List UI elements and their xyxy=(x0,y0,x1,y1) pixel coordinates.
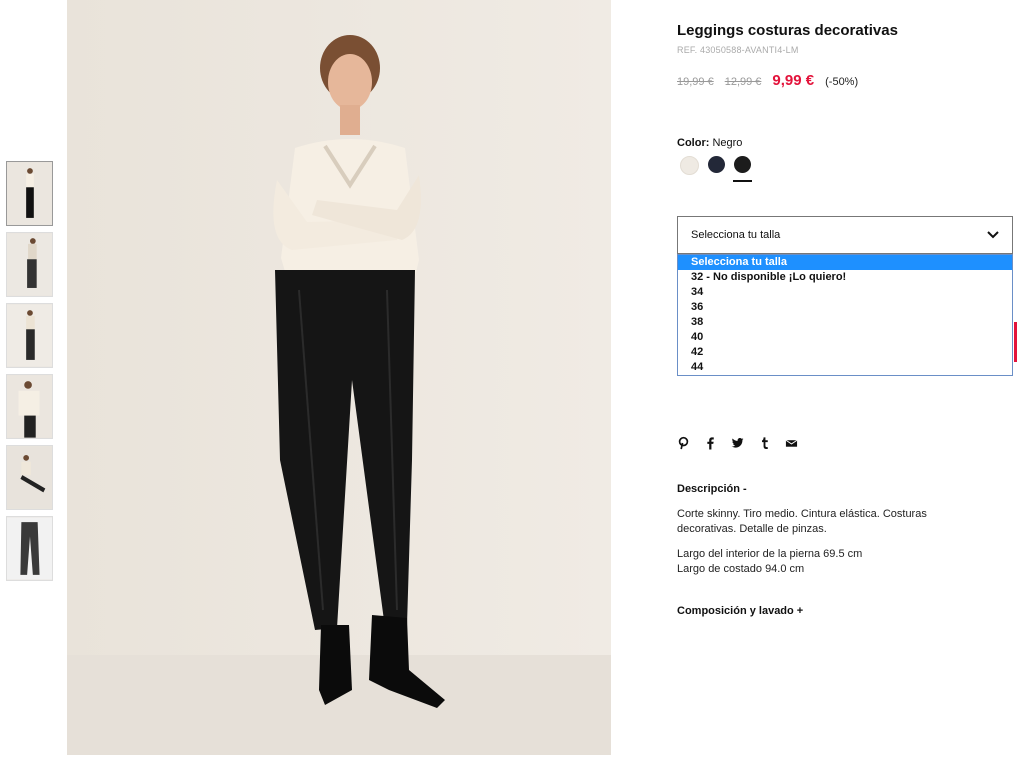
size-option-34[interactable]: 34 xyxy=(678,285,1012,300)
pinterest-icon[interactable] xyxy=(677,436,690,450)
size-select[interactable]: Selecciona tu talla xyxy=(677,216,1013,254)
thumbnail-5[interactable] xyxy=(6,445,53,510)
size-option-42[interactable]: 42 xyxy=(678,345,1012,360)
size-option-placeholder[interactable]: Selecciona tu talla xyxy=(678,255,1012,270)
color-swatch-navy[interactable] xyxy=(708,156,725,173)
add-to-bag-button-edge[interactable] xyxy=(1014,322,1017,362)
size-select-value: Selecciona tu talla xyxy=(691,229,781,241)
size-option-44[interactable]: 44 xyxy=(678,360,1012,375)
twitter-icon[interactable] xyxy=(731,436,744,450)
thumbnail-1[interactable] xyxy=(6,161,53,226)
share-icons xyxy=(677,436,798,450)
size-option-36[interactable]: 36 xyxy=(678,300,1012,315)
thumbnail-2[interactable] xyxy=(6,232,53,297)
original-price-1: 19,99 € xyxy=(677,76,714,88)
facebook-icon[interactable] xyxy=(704,436,717,450)
sale-price: 9,99 € xyxy=(772,72,815,89)
tumblr-icon[interactable] xyxy=(758,436,771,450)
side-length: Largo de costado 94.0 cm xyxy=(677,563,805,575)
size-dropdown-list: Selecciona tu talla 32 - No disponible ¡… xyxy=(677,254,1013,376)
price-row: 19,99 € 12,99 € 9,99 € (-50%) xyxy=(677,72,858,89)
product-reference: REF. 43050588-AVANTI4-LM xyxy=(677,45,799,55)
color-swatch-black[interactable] xyxy=(733,156,752,182)
original-price-2: 12,99 € xyxy=(724,76,762,88)
thumbnail-3[interactable] xyxy=(6,303,53,368)
description-measurements: Largo del interior de la pierna 69.5 cm … xyxy=(677,547,977,577)
inseam-length: Largo del interior de la pierna 69.5 cm xyxy=(677,548,863,560)
thumbnail-4[interactable] xyxy=(6,374,53,439)
description-heading[interactable]: Descripción - xyxy=(677,483,747,495)
size-option-32[interactable]: 32 - No disponible ¡Lo quiero! xyxy=(678,270,1012,285)
thumbnail-list xyxy=(6,161,53,587)
color-selected-value: Negro xyxy=(712,137,743,149)
product-main-image xyxy=(67,0,611,755)
color-swatch-off-white[interactable] xyxy=(680,156,699,175)
description-text: Corte skinny. Tiro medio. Cintura elásti… xyxy=(677,508,927,535)
size-option-38[interactable]: 38 xyxy=(678,315,1012,330)
composition-toggle[interactable]: Composición y lavado + xyxy=(677,605,803,617)
color-swatches xyxy=(680,156,752,182)
color-label-key: Color: xyxy=(677,137,710,149)
discount-badge: (-50%) xyxy=(825,76,859,88)
chevron-down-icon xyxy=(987,231,999,239)
email-icon[interactable] xyxy=(785,436,798,450)
thumbnail-6[interactable] xyxy=(6,516,53,581)
size-option-40[interactable]: 40 xyxy=(678,330,1012,345)
product-title: Leggings costuras decorativas xyxy=(677,22,898,39)
color-label: Color: Negro xyxy=(677,137,742,149)
